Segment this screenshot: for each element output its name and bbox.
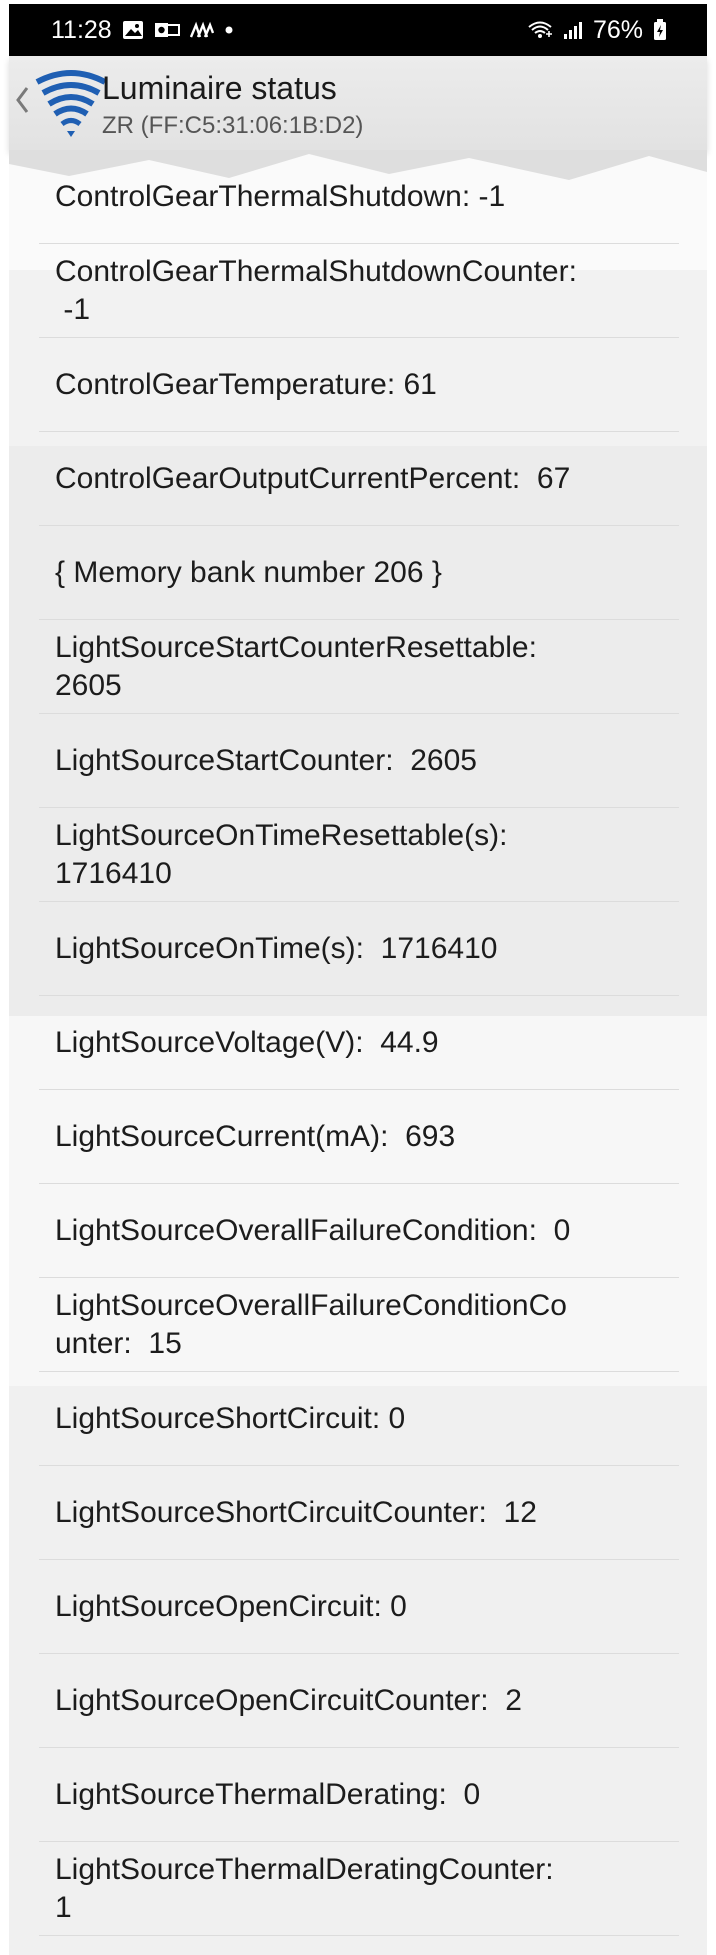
outlook-icon bbox=[154, 20, 180, 40]
app-logo-icon bbox=[35, 68, 107, 138]
list-item: LightSourceStartCounter: 2605 bbox=[39, 714, 679, 808]
list-item: LightSourceVoltage(V): 44.9 bbox=[39, 996, 679, 1090]
list-item-text: ControlGearTemperature: 61 bbox=[55, 367, 437, 401]
list-item-text: ControlGearOutputCurrentPercent: 67 bbox=[55, 461, 571, 495]
list-item: LightSourceThermalDerating: 0 bbox=[39, 1748, 679, 1842]
status-bar-right: 76% bbox=[527, 16, 667, 45]
memory-bank-header: { Memory bank number 206 } bbox=[39, 526, 679, 620]
list-item: LightSourceOverallFailureCondition: 0 bbox=[39, 1184, 679, 1278]
screen-border-left bbox=[0, 0, 9, 1955]
list-item: LightSourceShortCircuit: 0 bbox=[39, 1372, 679, 1466]
list-item-text: LightSourceOpenCircuitCounter: 2 bbox=[55, 1683, 522, 1717]
battery-icon bbox=[653, 19, 667, 41]
battery-percent: 76% bbox=[592, 15, 643, 44]
list-item-text: LightSourceThermalDerating: 0 bbox=[55, 1777, 481, 1811]
list-item: LightSourceThermalDeratingCounter: 1 bbox=[39, 1842, 679, 1936]
status-list-scroll[interactable]: ControlGearThermalShutdown: -1 ControlGe… bbox=[9, 150, 707, 1955]
list-item-text: { Memory bank number 206 } bbox=[55, 555, 442, 589]
list-item-text: LightSourceStartCounter: 2605 bbox=[55, 743, 477, 777]
back-button[interactable] bbox=[15, 82, 35, 118]
status-bar-left: 11:28 bbox=[51, 16, 234, 45]
list-item-text: LightSourceThermalDeratingCounter: 1 bbox=[55, 1852, 554, 1924]
list-item: LightSourceOpenCircuitCounter: 2 bbox=[39, 1654, 679, 1748]
chevron-left-icon bbox=[16, 87, 29, 113]
list-item: LightSourceShortCircuitCounter: 12 bbox=[39, 1466, 679, 1560]
list-item: ControlGearTemperature: 61 bbox=[39, 338, 679, 432]
list-item-text: LightSourceOverallFailureConditionCo unt… bbox=[55, 1288, 567, 1360]
list-item: LightSourceOnTime(s): 1716410 bbox=[39, 902, 679, 996]
screen-border-right bbox=[707, 0, 716, 1955]
list-item-text: LightSourceShortCircuit: 0 bbox=[55, 1401, 406, 1435]
list-item-text: LightSourceShortCircuitCounter: 12 bbox=[55, 1495, 537, 1529]
list-item-text: LightSourceOverallFailureCondition: 0 bbox=[55, 1213, 571, 1247]
list-item: LightSourceCurrent(mA): 693 bbox=[39, 1090, 679, 1184]
list-item: LightSourceOverallFailureConditionCo unt… bbox=[39, 1278, 679, 1372]
list-item: ControlGearThermalShutdown: -1 bbox=[39, 150, 679, 244]
status-bar: 11:28 76% bbox=[9, 4, 707, 56]
list-item: ControlGearOutputCurrentPercent: 67 bbox=[39, 432, 679, 526]
list-item-text: LightSourceOnTime(s): 1716410 bbox=[55, 931, 498, 965]
list-item: LightSourceOpenCircuit: 0 bbox=[39, 1560, 679, 1654]
list-item-text: ControlGearThermalShutdownCounter: -1 bbox=[55, 254, 577, 326]
app-bar: Luminaire status ZR (FF:C5:31:06:1B:D2) bbox=[9, 56, 707, 150]
list-item-text: LightSourceCurrent(mA): 693 bbox=[55, 1119, 456, 1153]
status-time: 11:28 bbox=[51, 15, 112, 44]
signal-icon bbox=[563, 20, 583, 40]
gallery-icon bbox=[122, 20, 144, 40]
list-item-text: LightSourceVoltage(V): 44.9 bbox=[55, 1025, 439, 1059]
page-title: Luminaire status bbox=[102, 70, 337, 106]
list-item-text: LightSourceStartCounterResettable: 2605 bbox=[55, 630, 537, 702]
device-address: ZR (FF:C5:31:06:1B:D2) bbox=[102, 112, 364, 139]
activity-icon bbox=[189, 21, 214, 39]
dot-icon bbox=[224, 25, 234, 35]
list-item-text: LightSourceOnTimeResettable(s): 1716410 bbox=[55, 818, 508, 890]
wifi-call-icon bbox=[527, 19, 553, 41]
list-item: LightSourceStartCounterResettable: 2605 bbox=[39, 620, 679, 714]
list-item: ControlGearThermalShutdownCounter: -1 bbox=[39, 244, 679, 338]
list-item-text: LightSourceOpenCircuit: 0 bbox=[55, 1589, 407, 1623]
list-item: LightSourceOnTimeResettable(s): 1716410 bbox=[39, 808, 679, 902]
status-list: ControlGearThermalShutdown: -1 ControlGe… bbox=[39, 150, 679, 1936]
list-item-text: ControlGearThermalShutdown: -1 bbox=[55, 179, 506, 213]
